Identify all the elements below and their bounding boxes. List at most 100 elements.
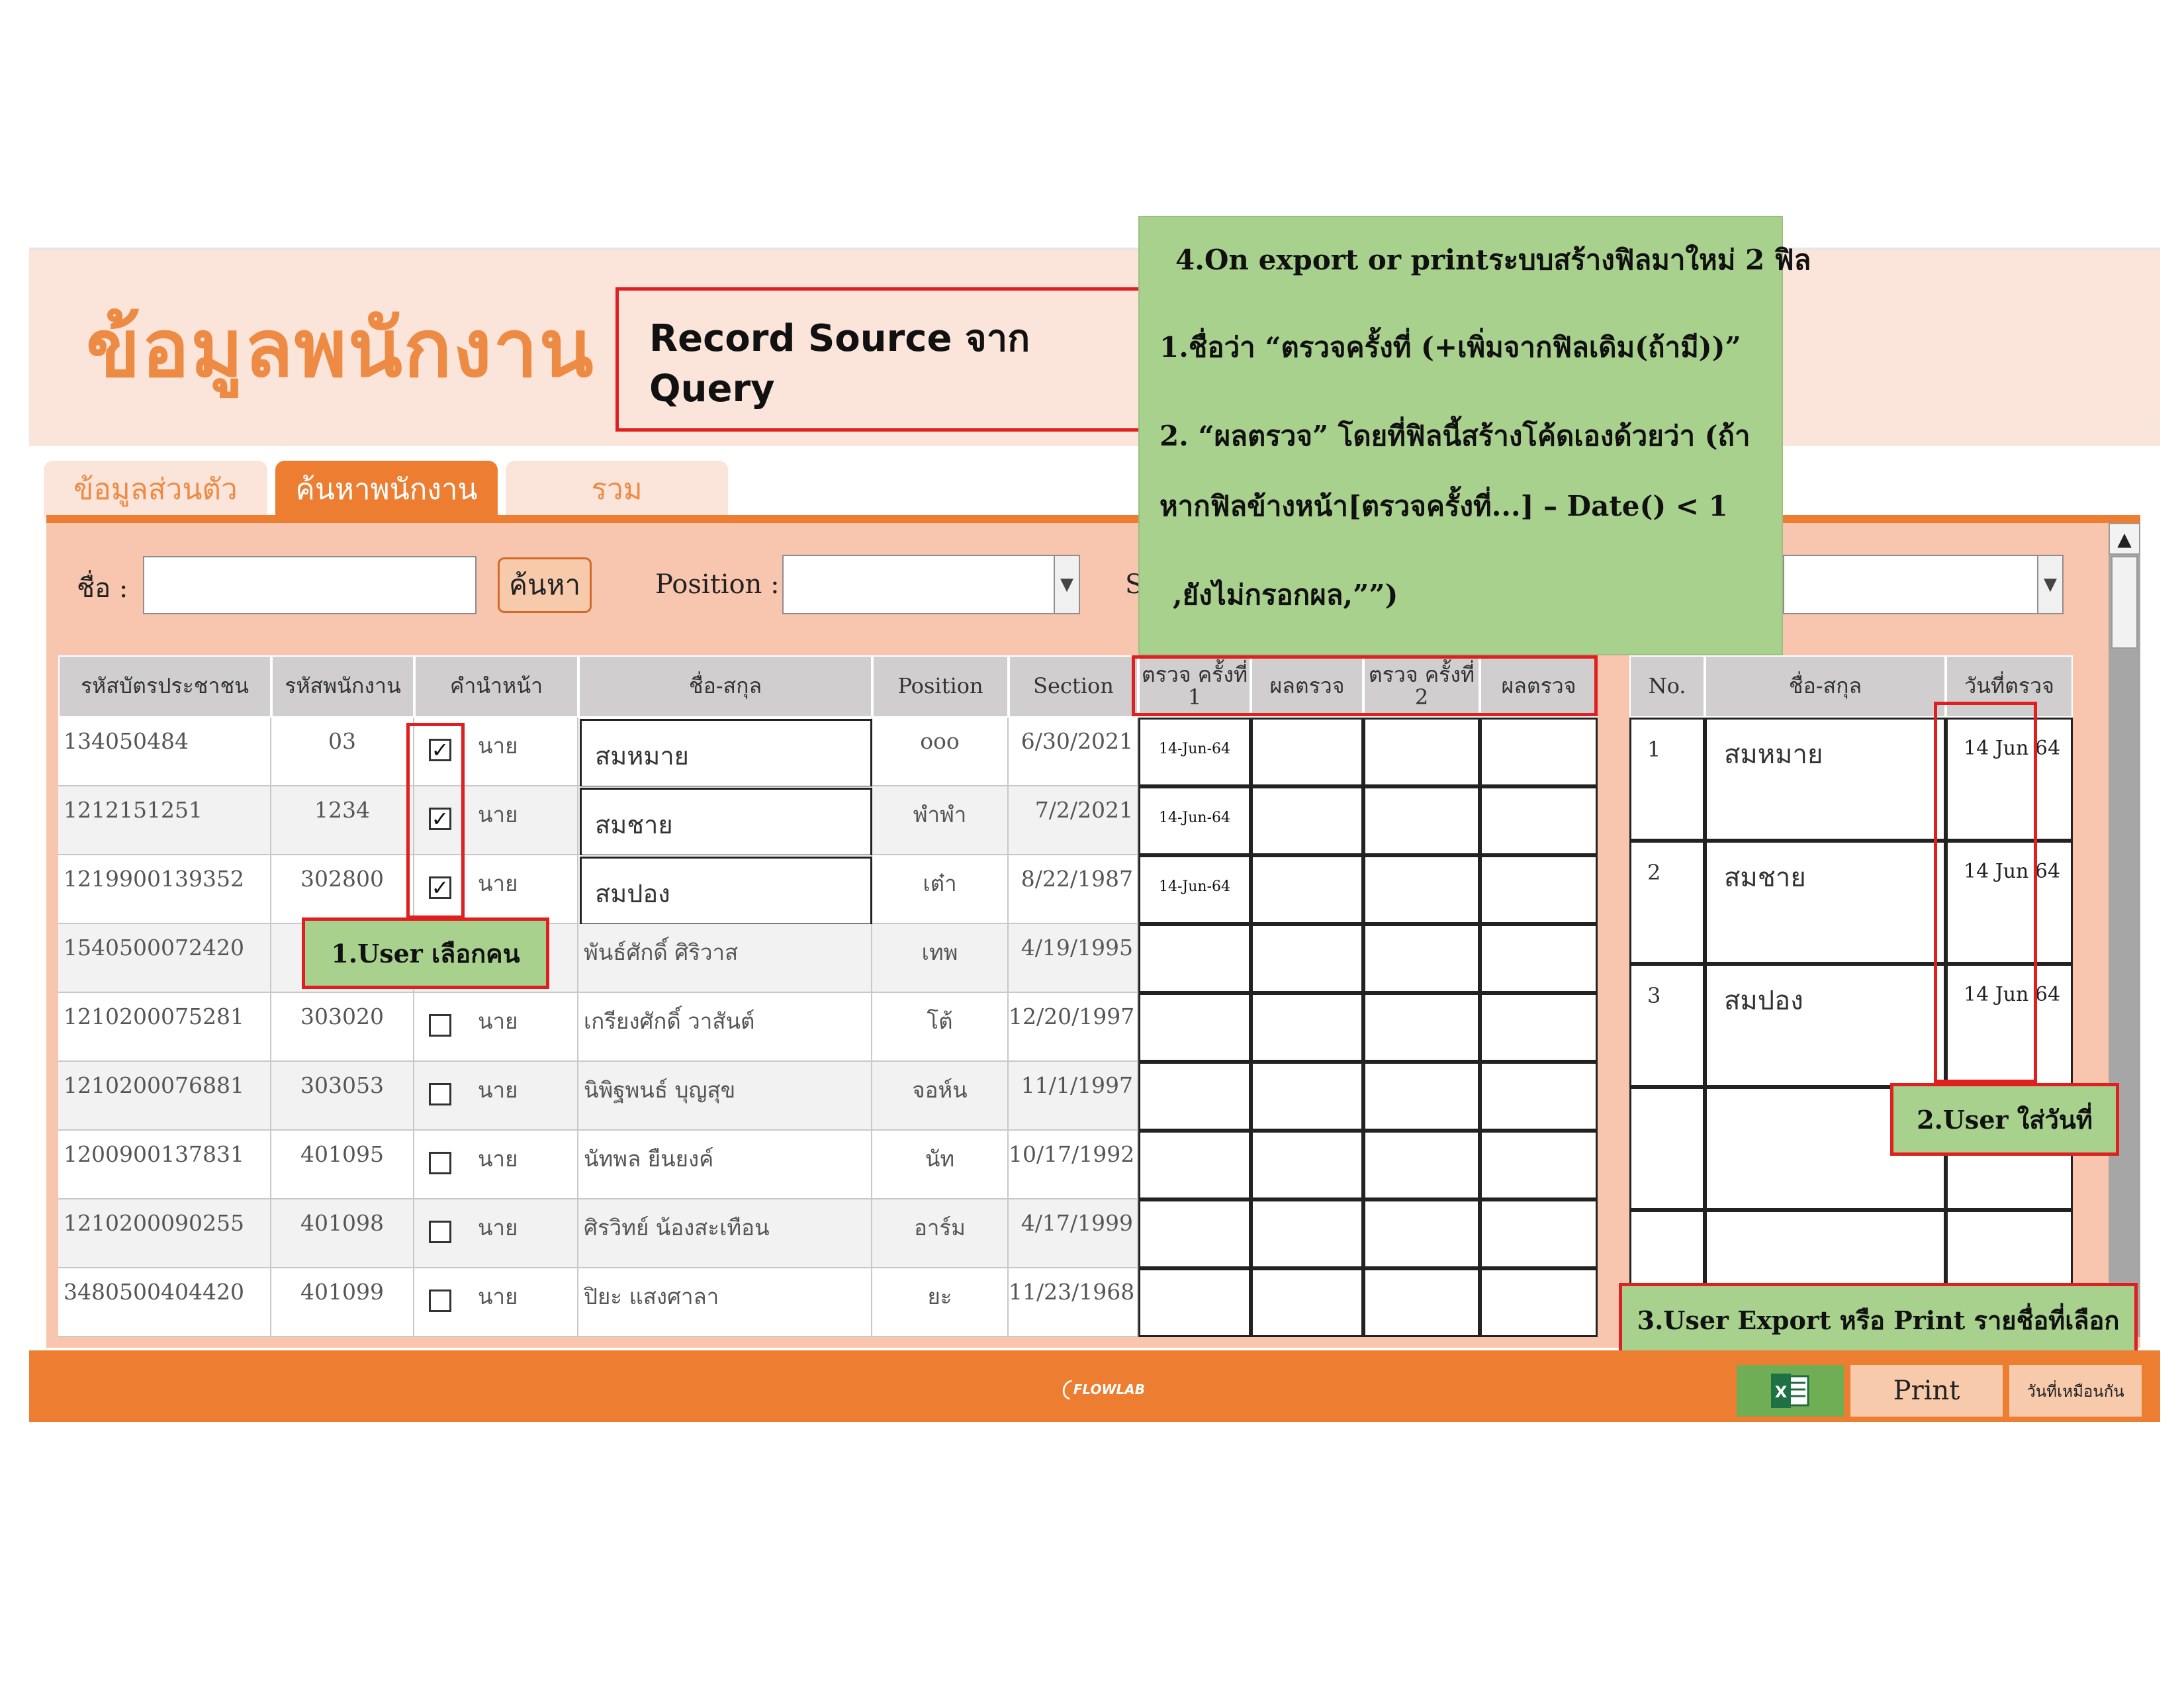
- annotation-export-print: 3.User Export หรือ Print รายชื่อที่เลือก: [1619, 1283, 2138, 1357]
- cell-section: 7/2/2021: [1009, 786, 1138, 855]
- check-date-cell[interactable]: [1363, 1131, 1480, 1199]
- result-cell[interactable]: [1251, 993, 1363, 1062]
- scroll-up-icon[interactable]: ▲: [2109, 523, 2140, 555]
- check-date-cell[interactable]: [1363, 993, 1480, 1062]
- check-date-cell[interactable]: [1138, 924, 1251, 993]
- cell-section: 11/1/1997: [1009, 1062, 1138, 1131]
- cell-section: 4/17/1999: [1009, 1199, 1138, 1268]
- check-date-cell[interactable]: 14-Jun-64: [1138, 718, 1251, 786]
- annotation-select-people: 1.User เลือกคน: [302, 917, 549, 989]
- result-cell[interactable]: [1251, 855, 1363, 924]
- row-checkbox[interactable]: [429, 1083, 451, 1105]
- result-cell[interactable]: [1480, 1199, 1598, 1268]
- check-date-cell[interactable]: [1363, 1268, 1480, 1337]
- check-date-cell[interactable]: [1138, 993, 1251, 1062]
- record-source-note: Record Source จาก Query: [615, 287, 1142, 432]
- name-search-input[interactable]: [143, 556, 477, 614]
- cell-emp-no: 1234: [271, 786, 414, 855]
- cell-id-card: 1212151251: [58, 786, 271, 855]
- annotation-enter-date: 2.User ใส่วันที่: [1890, 1083, 2119, 1156]
- selected-no-cell: 3: [1629, 964, 1705, 1087]
- selected-name-box: สมชาย: [580, 788, 872, 857]
- check-date-cell[interactable]: [1363, 855, 1480, 924]
- tab-summary[interactable]: รวม: [506, 461, 728, 518]
- cell-name: นิพิฐพนธ์ บุญสุข: [578, 1062, 872, 1131]
- cell-name: นัทพล ยืนยงค์: [578, 1131, 872, 1199]
- result-cell[interactable]: [1251, 1131, 1363, 1199]
- date-column-highlight: [1934, 702, 2037, 1083]
- result-cell[interactable]: [1251, 1199, 1363, 1268]
- cell-section: 12/20/1997: [1009, 993, 1138, 1062]
- row-checkbox[interactable]: [429, 1289, 451, 1312]
- check-date-cell[interactable]: [1138, 1062, 1251, 1131]
- flowlab-logo: FLOWLAB: [1059, 1366, 1145, 1413]
- check-date-cell[interactable]: [1138, 1199, 1251, 1268]
- employee-grid: 13405048403นายสมหมายooo6/30/2021✓สมหมาย1…: [58, 718, 1598, 1337]
- cell-position: ooo: [872, 718, 1009, 786]
- result-cell[interactable]: [1480, 1062, 1598, 1131]
- result-cell[interactable]: [1480, 1131, 1598, 1199]
- checkbox-highlight: [406, 723, 465, 919]
- chevron-down-icon[interactable]: ▼: [1054, 556, 1079, 613]
- cell-position: นัท: [872, 1131, 1009, 1199]
- excel-icon: X: [1771, 1374, 1809, 1408]
- row-checkbox[interactable]: [429, 1152, 451, 1174]
- result-cell[interactable]: [1251, 924, 1363, 993]
- result-cell[interactable]: [1480, 718, 1598, 786]
- col-header-emp-no: รหัสพนักงาน: [271, 655, 414, 718]
- selected-no-cell: 1: [1629, 718, 1705, 841]
- tab-personal-info[interactable]: ข้อมูลส่วนตัว: [44, 461, 267, 518]
- result-cell[interactable]: [1480, 993, 1598, 1062]
- cell-id-card: 1200900137831: [58, 1131, 271, 1199]
- print-button[interactable]: Print: [1850, 1365, 2003, 1417]
- position-label: Position :: [655, 569, 780, 600]
- result-cell[interactable]: [1251, 718, 1363, 786]
- new-fields-note: 4.On export or printระบบสร้างฟิลมาใหม่ 2…: [1138, 216, 1811, 655]
- chevron-down-icon[interactable]: ▼: [2037, 556, 2062, 613]
- result-cell[interactable]: [1251, 1062, 1363, 1131]
- result-cell[interactable]: [1480, 855, 1598, 924]
- cell-position: โต้: [872, 993, 1009, 1062]
- cell-emp-no: 401099: [271, 1268, 414, 1337]
- export-excel-button[interactable]: X: [1737, 1365, 1844, 1417]
- cell-section: 4/19/1995: [1009, 924, 1138, 993]
- result-cell[interactable]: [1480, 924, 1598, 993]
- check-date-cell[interactable]: [1363, 1199, 1480, 1268]
- cell-name: เกรียงศักดิ์ วาสันต์: [578, 993, 872, 1062]
- cell-section: 10/17/1992: [1009, 1131, 1138, 1199]
- cell-emp-no: 401095: [271, 1131, 414, 1199]
- selected-name-box: สมปอง: [580, 857, 872, 925]
- cell-section: 8/22/1987: [1009, 855, 1138, 924]
- check-date-text: 14-Jun-64: [1159, 878, 1231, 895]
- search-button[interactable]: ค้นหา: [498, 557, 592, 613]
- check-date-cell[interactable]: [1363, 718, 1480, 786]
- col-header-selected-name: ชื่อ-สกุล: [1705, 655, 1946, 718]
- check-date-cell[interactable]: [1363, 924, 1480, 993]
- check-date-cell[interactable]: 14-Jun-64: [1138, 786, 1251, 855]
- cell-section: 6/30/2021: [1009, 718, 1138, 786]
- check-date-cell[interactable]: 14-Jun-64: [1138, 855, 1251, 924]
- name-label: ชื่อ :: [77, 573, 128, 604]
- cell-id-card: 134050484: [58, 718, 271, 786]
- check-date-cell[interactable]: [1138, 1268, 1251, 1337]
- same-date-button[interactable]: วันที่เหมือนกัน: [2009, 1365, 2142, 1417]
- scroll-thumb[interactable]: [2111, 556, 2138, 649]
- row-checkbox[interactable]: [429, 1221, 451, 1243]
- result-cell[interactable]: [1251, 1268, 1363, 1337]
- cell-id-card: 1219900139352: [58, 855, 271, 924]
- row-checkbox[interactable]: [429, 1014, 451, 1037]
- result-cell[interactable]: [1480, 786, 1598, 855]
- note-line: ,ยังไม่กรอกผล,””): [1173, 579, 1398, 611]
- tab-search-employee[interactable]: ค้นหาพนักงาน: [275, 461, 498, 518]
- cell-emp-no: 303020: [271, 993, 414, 1062]
- note-line: 1.ชื่อว่า “ตรวจครั้งที่ (+เพิ่มจากฟิลเดิ…: [1160, 331, 1741, 363]
- position-combo[interactable]: ▼: [782, 555, 1080, 614]
- result-cell[interactable]: [1480, 1268, 1598, 1337]
- check-date-cell[interactable]: [1363, 786, 1480, 855]
- check-date-cell[interactable]: [1363, 1062, 1480, 1131]
- selected-name-cell: สมหมาย: [1705, 718, 1946, 841]
- cell-id-card: 1210200076881: [58, 1062, 271, 1131]
- check-date-cell[interactable]: [1138, 1131, 1251, 1199]
- result-cell[interactable]: [1251, 786, 1363, 855]
- section-combo[interactable]: ▼: [1783, 555, 2064, 614]
